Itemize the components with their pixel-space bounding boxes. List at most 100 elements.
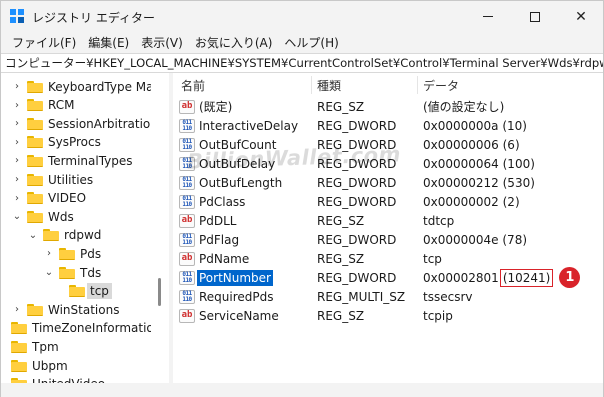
- chevron-down-icon[interactable]: ⌄: [27, 226, 39, 245]
- tree-item[interactable]: › TerminalTypes: [11, 151, 133, 170]
- address-bar[interactable]: コンピューター¥HKEY_LOCAL_MACHINE¥SYSTEM¥Curren…: [1, 53, 603, 73]
- value-name-cell: ab ServiceName: [179, 306, 281, 325]
- chevron-right-icon[interactable]: ›: [11, 96, 23, 115]
- folder-icon: [27, 154, 43, 167]
- tree-item[interactable]: tcp: [59, 282, 112, 301]
- key-tree-pane: ›KeyboardType Mapping›RCM›SessionArbitra…: [1, 73, 169, 383]
- column-divider[interactable]: [311, 76, 312, 94]
- value-row[interactable]: 011 110 RequiredPds REG_MULTI_SZ tssecsrv: [173, 287, 603, 306]
- chevron-right-icon[interactable]: ›: [11, 114, 23, 133]
- chevron-down-icon[interactable]: ⌄: [11, 207, 23, 226]
- value-data-cell: 0x0000004e (78): [423, 230, 527, 249]
- tree-item[interactable]: TimeZoneInformation: [1, 319, 161, 338]
- value-row[interactable]: 011 110 OutBufDelay REG_DWORD 0x00000064 (1…: [173, 154, 603, 173]
- value-row[interactable]: ab PdName REG_SZ tcp: [173, 249, 603, 268]
- value-name: ServiceName: [199, 308, 279, 323]
- value-type: REG_DWORD: [317, 118, 397, 133]
- value-name-cell: 011 110 PdClass: [179, 192, 247, 211]
- string-value-icon: ab: [179, 308, 195, 323]
- tree-item[interactable]: › Pds: [43, 244, 101, 263]
- value-data-cell: 0x00000212 (530): [423, 173, 535, 192]
- value-type: REG_SZ: [317, 213, 365, 228]
- value-row[interactable]: ab PdDLL REG_SZ tdtcp: [173, 211, 603, 230]
- tree-item-label: TerminalTypes: [48, 153, 133, 168]
- tree-item[interactable]: ⌄ Wds: [11, 207, 74, 226]
- chevron-right-icon[interactable]: ›: [11, 151, 23, 170]
- chevron-right-icon[interactable]: ›: [11, 189, 23, 208]
- tree-item[interactable]: Tpm: [1, 337, 59, 356]
- tree-item-label: Wds: [48, 209, 74, 224]
- value-row[interactable]: 011 110 OutBufLength REG_DWORD 0x00000212 (…: [173, 173, 603, 192]
- tree-item-label: RCM: [48, 98, 75, 113]
- tree-item[interactable]: › Utilities: [11, 170, 93, 189]
- value-type: REG_DWORD: [317, 194, 397, 209]
- tree-item[interactable]: ›KeyboardType Mapping: [11, 77, 169, 96]
- maximize-button[interactable]: [512, 1, 558, 32]
- tree-scrollbar-thumb[interactable]: [158, 278, 161, 306]
- column-header-type[interactable]: 種類: [317, 73, 341, 97]
- chevron-right-icon[interactable]: ›: [11, 300, 23, 319]
- value-type: REG_MULTI_SZ: [317, 289, 406, 304]
- value-data: 0x00000006 (6): [423, 137, 520, 152]
- tree-item[interactable]: › VIDEO: [11, 189, 86, 208]
- binary-value-icon: 011 110: [179, 289, 195, 304]
- tree-item[interactable]: › RCM: [11, 96, 74, 115]
- chevron-down-icon[interactable]: ⌄: [43, 263, 55, 282]
- value-type: REG_DWORD: [317, 156, 397, 171]
- minimize-button[interactable]: [465, 1, 511, 32]
- string-value-icon: ab: [179, 213, 195, 228]
- tree-item-label: Tpm: [32, 339, 59, 354]
- chevron-right-icon[interactable]: ›: [11, 133, 23, 152]
- value-name-cell: 011 110 PdFlag: [179, 230, 241, 249]
- chevron-right-icon[interactable]: ›: [43, 244, 55, 263]
- menu-favorites[interactable]: お気に入り(A): [190, 34, 278, 51]
- menu-edit[interactable]: 編集(E): [83, 34, 134, 51]
- value-row[interactable]: ab (既定) REG_SZ (値の設定なし): [173, 97, 603, 116]
- value-data-cell: tssecsrv: [423, 287, 472, 306]
- tree-item[interactable]: › SysProcs: [11, 133, 101, 152]
- value-name: RequiredPds: [199, 289, 274, 304]
- menu-help[interactable]: ヘルプ(H): [279, 34, 343, 51]
- close-button[interactable]: ✕: [558, 1, 604, 32]
- value-row[interactable]: 011 110 OutBufCount REG_DWORD 0x00000006 (6…: [173, 135, 603, 154]
- tree-item[interactable]: › WinStations: [11, 300, 119, 319]
- folder-icon: [27, 136, 43, 149]
- tree-item[interactable]: Ubpm: [1, 356, 68, 375]
- value-row[interactable]: 011 110 PdFlag REG_DWORD 0x0000004e (78): [173, 230, 603, 249]
- folder-icon: [11, 359, 27, 372]
- value-data-cell: tcp: [423, 249, 442, 268]
- value-data: tcpip: [423, 308, 453, 323]
- value-type: REG_DWORD: [317, 137, 397, 152]
- column-header-data[interactable]: データ: [423, 73, 459, 97]
- tree-scrollbar[interactable]: [151, 73, 169, 383]
- binary-value-icon: 011 110: [179, 270, 195, 285]
- tree-item[interactable]: ›SessionArbitrationHelper: [11, 114, 169, 133]
- value-data-cell: tdtcp: [423, 211, 454, 230]
- values-list-pane: 名前 種類 データ ab (既定) REG_SZ (値の設定なし) 011 110 Int…: [173, 73, 603, 383]
- tree-item[interactable]: ⌄ rdpwd: [27, 226, 102, 245]
- tree-item[interactable]: ⌄ Tds: [43, 263, 101, 282]
- column-divider[interactable]: [417, 76, 418, 94]
- menu-file[interactable]: ファイル(F): [7, 34, 81, 51]
- value-row[interactable]: 011 110 PdClass REG_DWORD 0x00000002 (2): [173, 192, 603, 211]
- menu-view[interactable]: 表示(V): [136, 34, 188, 51]
- value-row[interactable]: 011 110 InteractiveDelay REG_DWORD 0x000000…: [173, 116, 603, 135]
- value-data-cell: (値の設定なし): [423, 97, 504, 116]
- value-row[interactable]: 011 110 PortNumber REG_DWORD 0x00002801 (102…: [173, 267, 603, 288]
- chevron-right-icon[interactable]: ›: [11, 77, 23, 96]
- value-data: tssecsrv: [423, 289, 473, 304]
- chevron-right-icon[interactable]: ›: [11, 170, 23, 189]
- value-type: REG_DWORD: [317, 232, 397, 247]
- tree-item-label: Pds: [80, 246, 102, 261]
- value-row[interactable]: ab ServiceName REG_SZ tcpip: [173, 306, 603, 325]
- value-type: REG_SZ: [317, 251, 365, 266]
- value-data: 0x00002801: [423, 270, 499, 285]
- tree-item[interactable]: UnitedVideo: [1, 375, 105, 383]
- value-data: 0x0000000a (10): [423, 118, 527, 133]
- column-header-name[interactable]: 名前: [181, 73, 205, 97]
- value-name: PortNumber: [197, 269, 273, 286]
